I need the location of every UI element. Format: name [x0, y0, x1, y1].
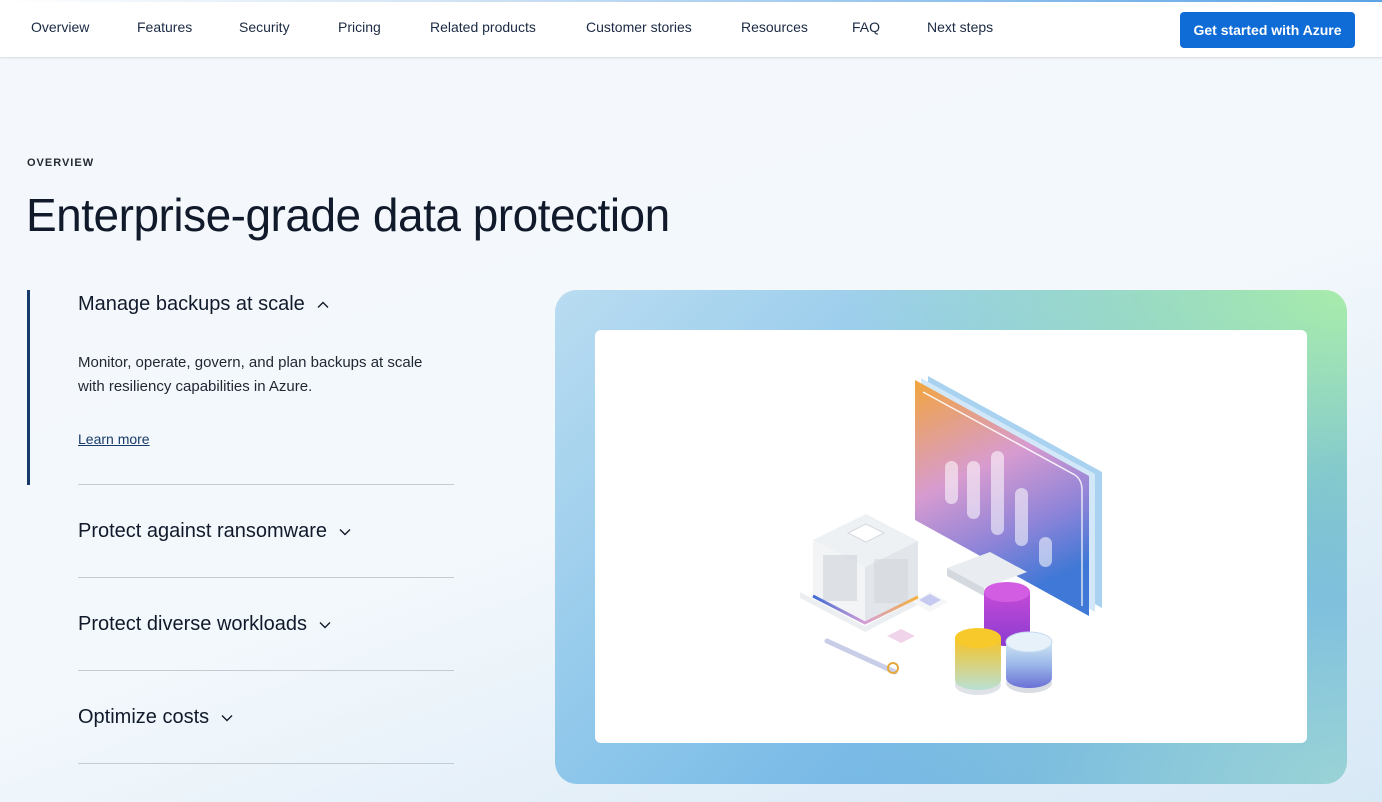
chevron-down-icon: [219, 710, 235, 726]
nav-item-resources[interactable]: Resources: [741, 19, 808, 35]
accordion-item-label: Manage backups at scale: [78, 293, 305, 315]
nav-item-related-products[interactable]: Related products: [430, 19, 536, 35]
accordion-item-label: Protect diverse workloads: [78, 613, 307, 635]
nav-item-customer-stories[interactable]: Customer stories: [586, 19, 692, 35]
chevron-down-icon: [337, 524, 353, 540]
database-icon: [955, 582, 1053, 695]
nav-item-pricing[interactable]: Pricing: [338, 19, 381, 35]
learn-more-link[interactable]: Learn more: [78, 431, 150, 447]
section-nav-bar: Overview Features Security Pricing Relat…: [0, 2, 1382, 58]
illustration-frame: [555, 290, 1347, 784]
monitor-icon: [915, 376, 1102, 616]
backup-illustration: [800, 376, 1102, 695]
accordion-divider: [78, 577, 454, 578]
nav-item-security[interactable]: Security: [239, 19, 290, 35]
chevron-down-icon: [317, 617, 333, 633]
accordion-item-manage-backups[interactable]: Manage backups at scale: [78, 293, 331, 316]
accordion-divider: [78, 484, 454, 485]
accordion-item-ransomware[interactable]: Protect against ransomware: [78, 520, 353, 543]
accordion-divider: [78, 670, 454, 671]
get-started-button[interactable]: Get started with Azure: [1180, 12, 1355, 48]
nav-item-faq[interactable]: FAQ: [852, 19, 880, 35]
nav-item-features[interactable]: Features: [137, 19, 192, 35]
accordion-item-optimize-costs[interactable]: Optimize costs: [78, 706, 235, 729]
accordion-item-workloads[interactable]: Protect diverse workloads: [78, 613, 333, 636]
chevron-up-icon: [315, 297, 331, 313]
accordion-item-label: Protect against ransomware: [78, 520, 328, 542]
accordion-description: Monitor, operate, govern, and plan backu…: [78, 354, 423, 395]
active-item-indicator: [27, 290, 30, 485]
nav-item-next-steps[interactable]: Next steps: [927, 19, 993, 35]
page-title: Enterprise-grade data protection: [26, 189, 670, 241]
section-eyebrow: OVERVIEW: [27, 157, 95, 169]
illustration-card: [595, 330, 1307, 743]
server-icon: [800, 514, 948, 675]
accordion-divider: [78, 763, 454, 764]
nav-item-overview[interactable]: Overview: [31, 19, 89, 35]
accordion-item-label: Optimize costs: [78, 706, 210, 728]
